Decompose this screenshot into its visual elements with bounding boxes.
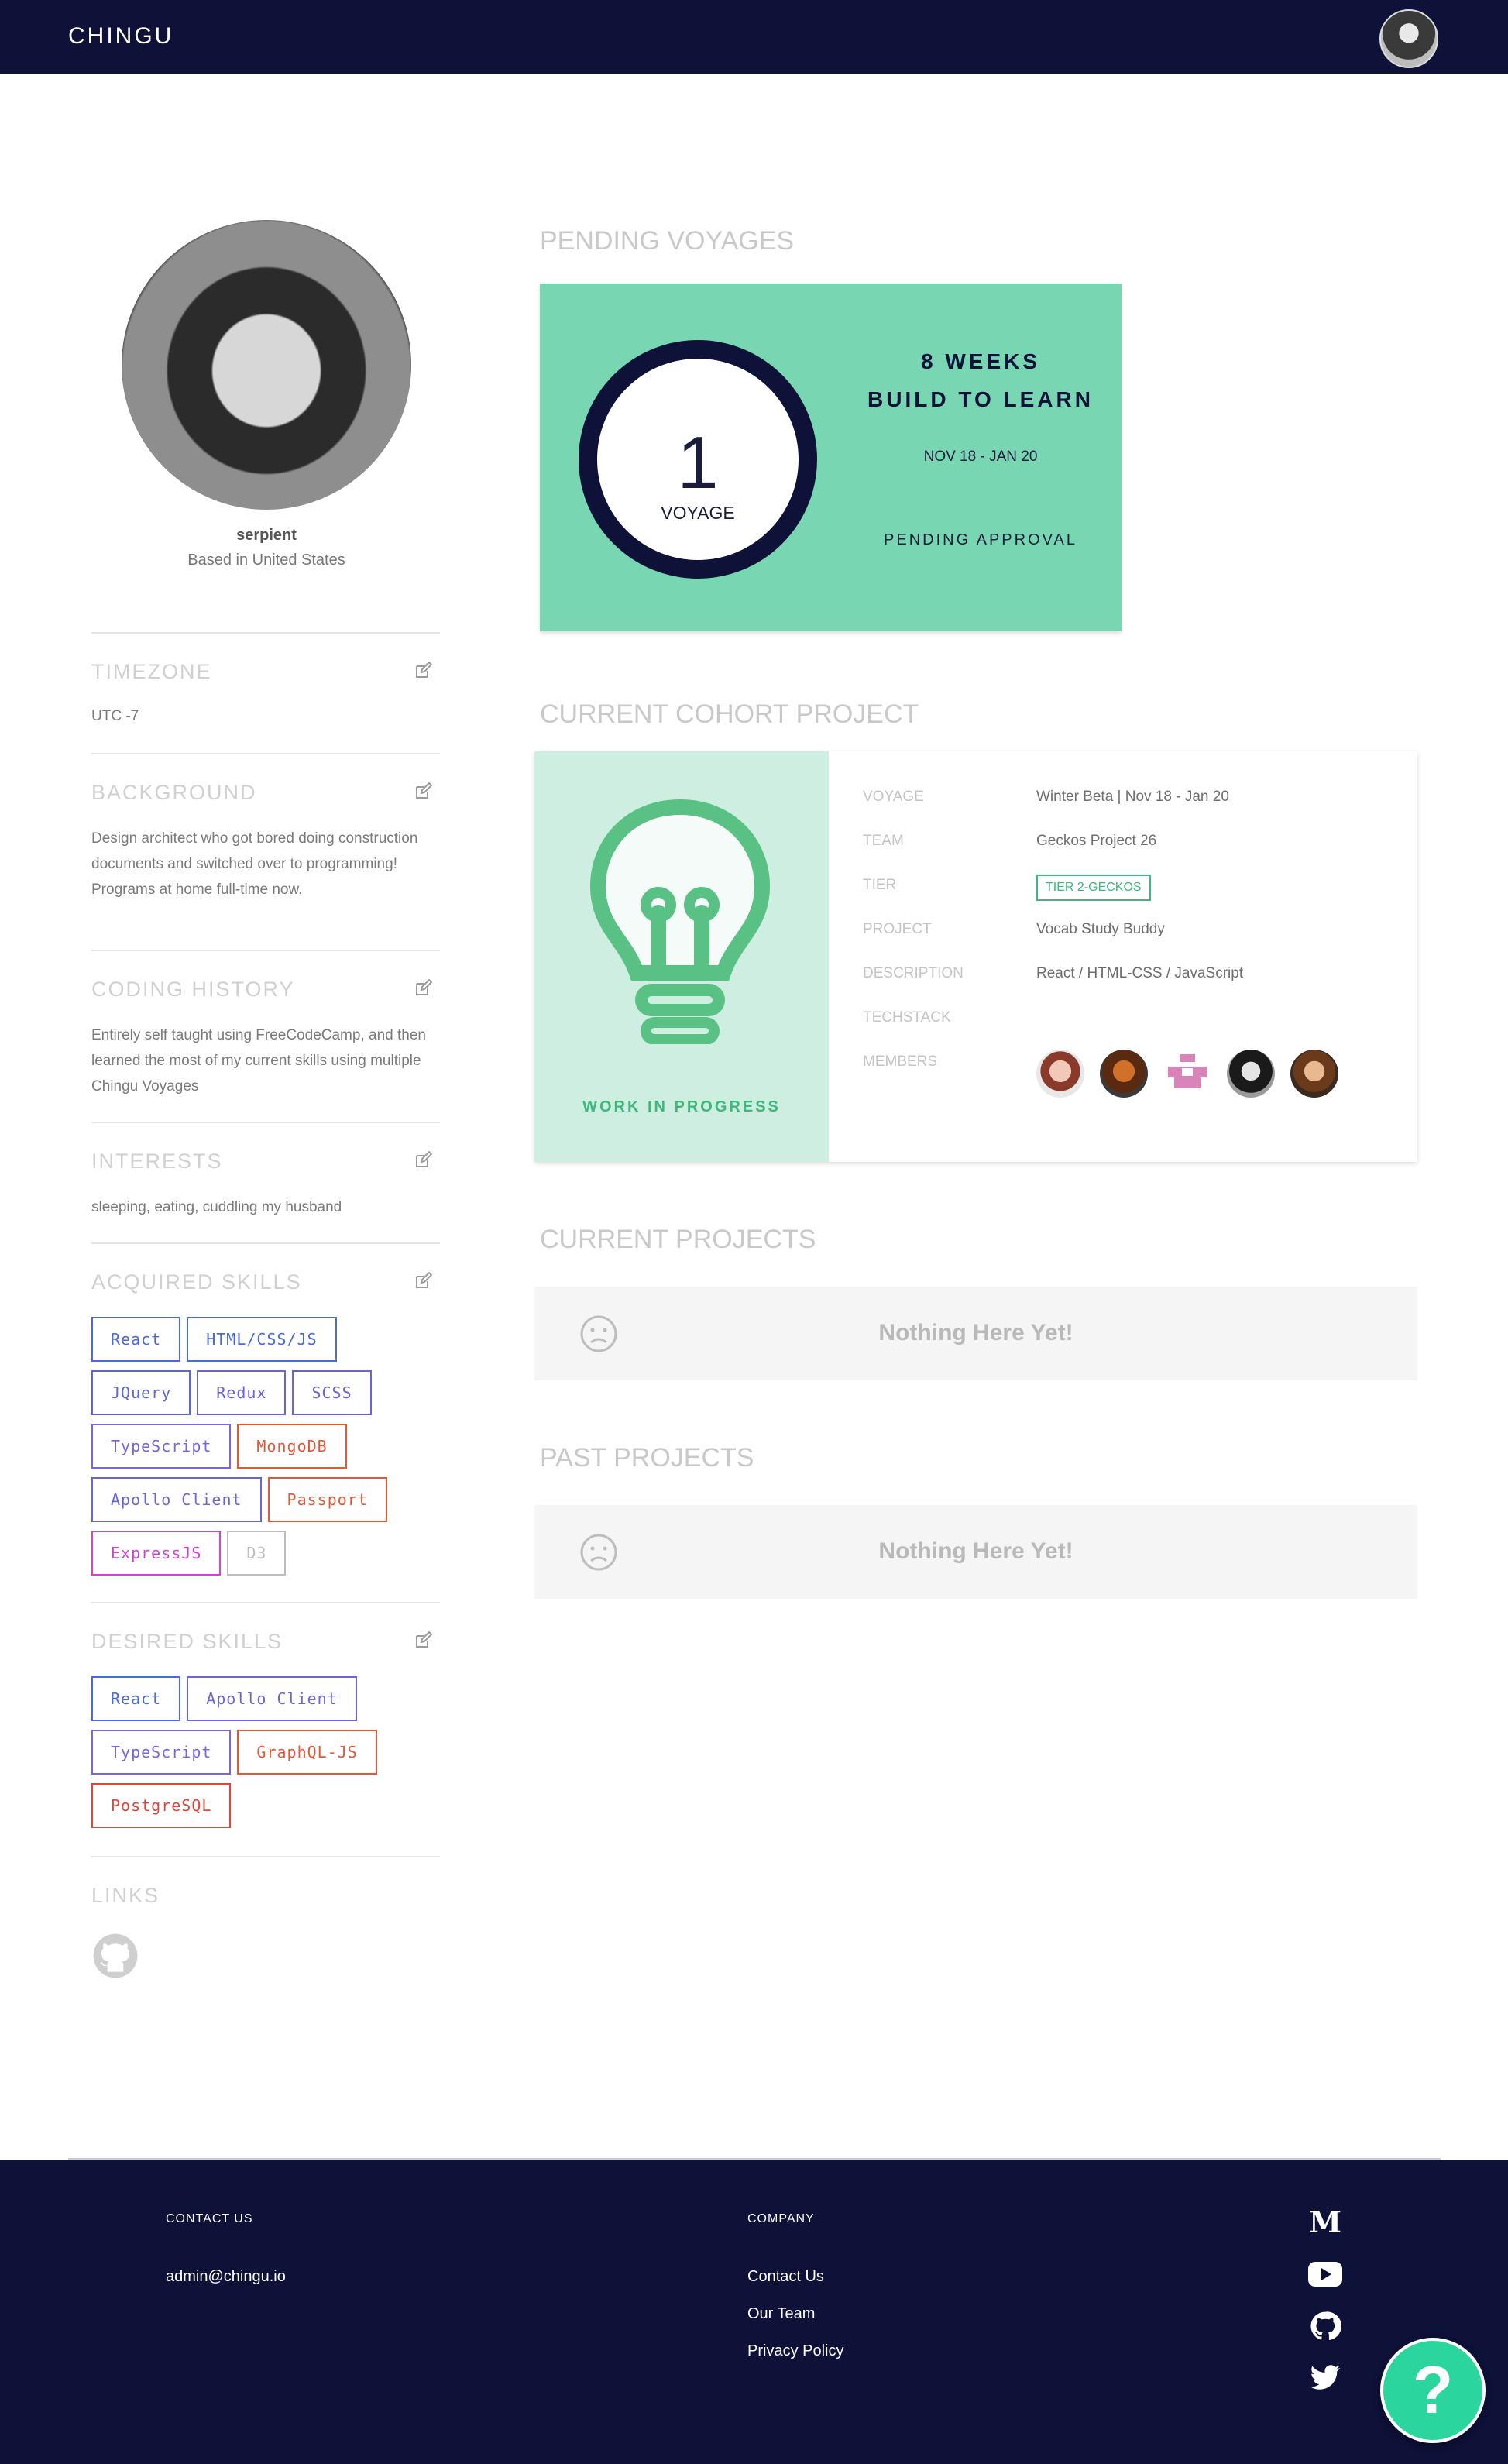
lightbulb-icon [589,799,771,1044]
empty-message: Nothing Here Yet! [878,1538,1073,1564]
github-icon[interactable] [1307,2310,1343,2342]
project-value: Vocab Study Buddy [1036,921,1165,937]
background-text: Design architect who got bored doing con… [91,830,418,898]
desired-skills-title: DESIRED SKILLS [91,1630,283,1653]
interests-section: INTERESTS sleeping, eating, cuddling my … [91,1122,440,1238]
project-key: PROJECT [863,921,932,937]
company-heading: COMPANY [747,2212,815,2225]
desired-skills-list: React Apollo Client TypeScript GraphQL-JS Po… [91,1676,440,1828]
members-key: MEMBERS [863,1053,938,1070]
skill-chip[interactable]: Apollo Client [91,1477,262,1522]
pending-voyage-card[interactable]: 1 VOYAGE 8 WEEKS BUILD TO LEARN NOV 18 -… [540,284,1122,631]
edit-icon[interactable] [414,1151,432,1170]
skill-chip[interactable]: React [91,1676,181,1721]
member-avatar[interactable] [1227,1050,1275,1098]
background-section: BACKGROUND Design architect who got bore… [91,753,440,947]
skill-chip[interactable]: PostgreSQL [91,1783,232,1828]
user-avatar[interactable] [1379,9,1438,68]
acquired-skills-title: ACQUIRED SKILLS [91,1270,302,1294]
skill-chip[interactable]: Apollo Client [187,1676,357,1721]
skill-chip[interactable]: TypeScript [91,1424,232,1469]
twitter-icon[interactable] [1307,2362,1343,2394]
acquired-skills-list: React HTML/CSS/JS JQuery Redux SCSS TypeScrip… [91,1317,440,1576]
voyage-dates: NOV 18 - JAN 20 [923,448,1038,465]
skill-chip[interactable]: React [91,1317,181,1362]
work-in-progress-label: WORK IN PROGRESS [582,1098,781,1115]
skill-chip[interactable]: Passport [267,1477,387,1522]
skill-chip[interactable]: ExpressJS [91,1531,222,1576]
empty-message: Nothing Here Yet! [878,1320,1073,1345]
voyage-duration: 8 WEEKS [920,349,1041,373]
links-section: LINKS [91,1856,440,2011]
voyage-status: PENDING APPROVAL [884,531,1077,548]
pending-voyages-title: PENDING VOYAGES [540,226,795,256]
footer-link-privacy-policy[interactable]: Privacy Policy [747,2342,843,2360]
profile-location: Based in United States [187,552,345,569]
skill-chip[interactable]: Redux [197,1370,287,1415]
interests-title: INTERESTS [91,1150,223,1173]
brand-logo[interactable]: CHINGU [68,23,173,50]
member-avatar[interactable] [1036,1050,1084,1098]
footer-link-our-team[interactable]: Our Team [747,2305,815,2323]
voyage-program: BUILD TO LEARN [867,387,1094,411]
profile-username: serpient [236,527,297,544]
timezone-section: TIMEZONE UTC -7 [91,632,440,748]
profile-photo [122,220,411,510]
techstack-key: TECHSTACK [863,1009,951,1026]
top-navbar: CHINGU [0,0,1508,74]
coding-history-title: CODING HISTORY [91,978,295,1001]
skill-chip[interactable]: HTML/CSS/JS [187,1317,337,1362]
desired-skills-section: DESIRED SKILLS React Apollo Client TypeScr… [91,1602,440,1854]
links-title: LINKS [91,1884,160,1907]
youtube-icon[interactable] [1307,2258,1343,2290]
past-projects-empty: Nothing Here Yet! [534,1505,1417,1599]
current-projects-empty: Nothing Here Yet! [534,1287,1417,1380]
tier-badge: TIER 2-GECKOS [1036,875,1151,901]
acquired-skills-section: ACQUIRED SKILLS React HTML/CSS/JS JQuery Re… [91,1242,440,1599]
coding-history-text: Entirely self taught using FreeCodeCamp,… [91,1027,426,1095]
voyage-key: VOYAGE [863,789,924,805]
edit-icon[interactable] [414,662,432,680]
tier-key: TIER [863,877,897,893]
skill-chip[interactable]: SCSS [292,1370,372,1415]
skill-chip[interactable]: TypeScript [91,1730,232,1775]
cohort-project-card: WORK IN PROGRESS VOYAGE Winter Beta | No… [534,751,1417,1162]
edit-icon[interactable] [414,782,432,801]
current-projects-title: CURRENT PROJECTS [540,1225,816,1254]
coding-history-section: CODING HISTORY Entirely self taught usin… [91,950,440,1120]
skill-chip[interactable]: D3 [227,1531,287,1576]
medium-icon[interactable]: M [1307,2206,1343,2239]
member-avatar[interactable] [1100,1050,1148,1098]
contact-email[interactable]: admin@chingu.io [166,2268,286,2286]
contact-heading: CONTACT US [166,2212,253,2225]
member-avatar[interactable] [1163,1050,1211,1098]
past-projects-title: PAST PROJECTS [540,1443,754,1473]
help-button[interactable]: ? [1380,2338,1486,2443]
skill-chip[interactable]: JQuery [91,1370,191,1415]
description-value: React / HTML-CSS / JavaScript [1036,965,1244,981]
cohort-project-title: CURRENT COHORT PROJECT [540,699,919,729]
team-key: TEAM [863,833,904,849]
footer-link-contact-us[interactable]: Contact Us [747,2268,824,2286]
svg-text:M: M [1309,2206,1341,2239]
description-key: DESCRIPTION [863,965,964,981]
skill-chip[interactable]: GraphQL-JS [237,1730,377,1775]
voyage-count-ring: 1 VOYAGE [579,340,817,579]
voyage-value: Winter Beta | Nov 18 - Jan 20 [1036,789,1229,805]
background-title: BACKGROUND [91,781,257,804]
cohort-status-panel: WORK IN PROGRESS [534,751,829,1162]
voyage-count: 1 [677,421,719,504]
member-avatar[interactable] [1290,1050,1338,1098]
footer: CONTACT US admin@chingu.io COMPANY Conta… [0,2160,1508,2464]
github-icon[interactable] [91,1932,139,1980]
team-value: Geckos Project 26 [1036,833,1157,849]
edit-icon[interactable] [414,1272,432,1290]
voyage-count-label: VOYAGE [661,503,735,523]
edit-icon[interactable] [414,1631,432,1650]
skill-chip[interactable]: MongoDB [237,1424,347,1469]
timezone-title: TIMEZONE [91,660,212,683]
interests-text: sleeping, eating, cuddling my husband [91,1199,342,1215]
edit-icon[interactable] [414,979,432,998]
timezone-value: UTC -7 [91,708,139,724]
